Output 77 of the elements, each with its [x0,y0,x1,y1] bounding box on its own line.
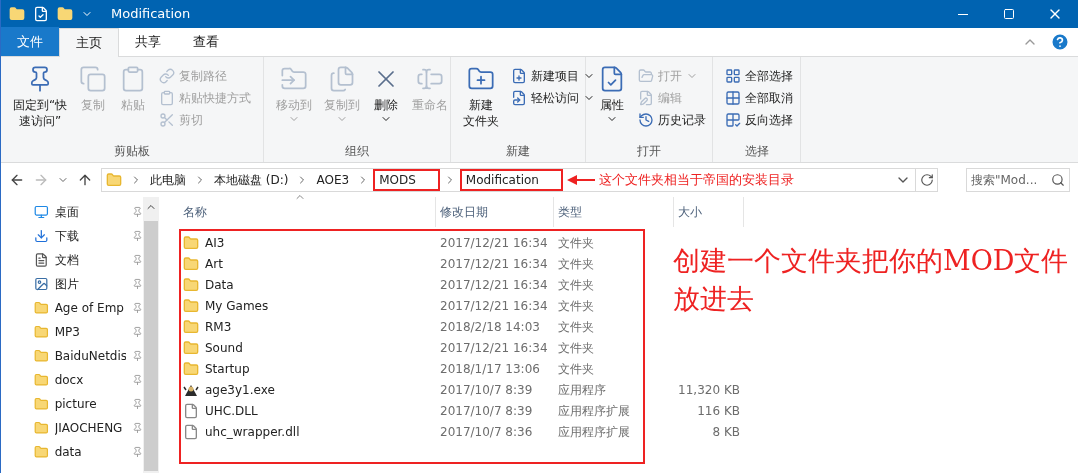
table-cell-text: 11,320 KB [677,381,741,399]
sidebar-item[interactable]: MP3 [34,320,143,344]
ribbon-button[interactable]: 新建 文件夹 [459,61,503,142]
breadcrumb[interactable]: AOE3 [312,169,354,191]
breadcrumb[interactable]: Modification [459,169,563,191]
window-title: Modification [111,5,191,24]
table-cell-text: 2017/12/21 16:34 [439,234,549,252]
breadcrumb[interactable]: 此电脑 [146,169,190,191]
column-header[interactable]: 类型 [554,197,674,227]
table-cell-text: 2017/10/7 8:36 [439,423,534,441]
sidebar-item[interactable]: picture [34,392,143,416]
breadcrumb[interactable]: MODS [373,169,440,191]
table-cell-text: 文件夹 [557,255,595,273]
sidebar-item[interactable]: BaiduNetdis [34,344,143,368]
sidebar-item[interactable]: 桌面 [34,200,143,224]
group-label: 新建 [505,143,531,160]
ribbon-tab[interactable]: 主页 [59,28,119,57]
ribbon-button[interactable]: 全部取消 [725,87,793,109]
table-cell-text: 2018/2/18 14:03 [439,318,541,336]
sidebar-item[interactable]: 图片 [34,272,143,296]
column-header[interactable]: 大小 [674,197,744,227]
sidebar-item[interactable]: docx [34,368,143,392]
file-name[interactable]: Art [205,254,223,273]
file-name[interactable]: UHC.DLL [205,401,258,420]
breadcrumb[interactable]: 本地磁盘 (D:) [210,169,293,191]
file-name[interactable]: RM3 [205,317,232,336]
table-cell-text: 文件夹 [557,234,595,252]
annotation-text: 创建一个文件夹把你的MOD文件放进去 [673,244,1070,316]
ribbon-button[interactable]: 属性 [594,61,630,142]
group-label: 组织 [344,143,370,160]
table-cell-text: 文件夹 [557,360,595,378]
address-bar[interactable]: 此电脑 本地磁盘 (D:) AOE3 MODS Modification 这个文件夹相当于帝国的安装目录 [101,168,938,192]
table-cell-text: 文件夹 [557,318,595,336]
column-header[interactable]: 修改日期 [436,197,554,227]
table-cell-text: 2017/10/7 8:39 [439,402,534,420]
table-cell-text: 2017/10/7 8:39 [439,381,534,399]
annotation-note: 这个文件夹相当于帝国的安装目录 [598,171,794,190]
table-cell-text: 文件夹 [557,276,595,294]
table-cell-text: 2017/12/21 16:34 [439,255,549,273]
ribbon-button[interactable]: 全部选择 [725,65,793,87]
column-header[interactable]: 名称 [179,197,436,227]
group-label: 选择 [743,143,770,160]
file-name[interactable]: Sound [205,338,243,357]
sidebar-item[interactable]: data [34,440,143,464]
table-cell-text: 8 KB [711,423,741,441]
ribbon-button[interactable]: 反向选择 [725,109,793,131]
file-name[interactable]: uhc_wrapper.dll [205,422,300,441]
table-cell-text: 应用程序扩展 [557,402,631,420]
search-field[interactable]: 搜索"Mod... [966,168,1070,192]
file-name[interactable]: Startup [205,359,250,378]
table-cell-text: 116 KB [696,402,741,420]
table-cell-text: 应用程序扩展 [557,423,631,441]
ribbon-button[interactable]: 新建项目 [511,65,595,87]
sidebar-item[interactable]: Age of Emp [34,296,143,320]
table-cell-text: 文件夹 [557,297,595,315]
table-cell-text: 2017/12/21 16:34 [439,297,549,315]
file-name[interactable]: My Games [205,296,269,315]
ribbon-button[interactable]: 删除 [368,61,404,142]
table-cell-text: 2018/1/17 13:06 [439,360,541,378]
ribbon-button[interactable]: 历史记录 [638,109,706,131]
file-name[interactable]: Data [205,275,234,294]
ribbon-tab[interactable]: 查看 [177,27,235,56]
file-name[interactable]: AI3 [205,233,225,252]
group-label: 打开 [636,143,662,160]
group-label: 剪贴板 [113,143,151,160]
sidebar-item[interactable]: JIAOCHENG [34,416,143,440]
table-cell-text: 2017/12/21 16:34 [439,276,549,294]
table-cell-text: 应用程序 [557,381,607,399]
file-name[interactable]: age3y1.exe [205,380,275,399]
sidebar-item[interactable]: 下载 [34,224,143,248]
table-cell-text: 文件夹 [557,339,595,357]
file-menu-button[interactable]: 文件 [1,27,59,56]
ribbon-tab[interactable]: 共享 [119,27,177,56]
table-cell-text: 2017/12/21 16:34 [439,339,549,357]
ribbon-button[interactable]: 轻松访问 [511,87,595,109]
sidebar-item[interactable]: 文档 [34,248,143,272]
ribbon-button[interactable]: 固定到“快 速访问” [9,61,72,142]
